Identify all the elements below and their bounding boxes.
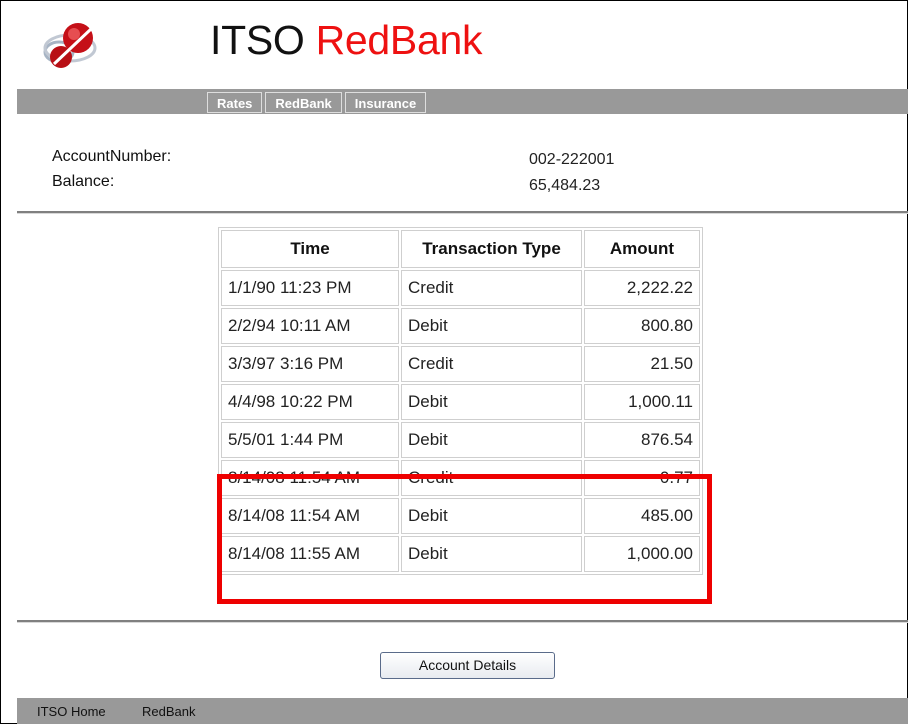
column-header-amount: Amount [584, 230, 700, 268]
table-row: 5/5/01 1:44 PM Debit 876.54 [221, 422, 700, 458]
cell-time: 3/3/97 3:16 PM [221, 346, 399, 382]
account-number-label: AccountNumber: [52, 148, 172, 165]
cell-time: 8/14/08 11:55 AM [221, 536, 399, 572]
table-row: 2/2/94 10:11 AM Debit 800.80 [221, 308, 700, 344]
table-row: 4/4/98 10:22 PM Debit 1,000.11 [221, 384, 700, 420]
cell-type: Credit [401, 270, 582, 306]
table-row: 8/14/08 11:55 AM Debit 1,000.00 [221, 536, 700, 572]
cell-amount: 876.54 [584, 422, 700, 458]
cell-amount: 485.00 [584, 498, 700, 534]
cell-time: 5/5/01 1:44 PM [221, 422, 399, 458]
table-header-row: Time Transaction Type Amount [221, 230, 700, 268]
brand-suffix: RedBank [315, 17, 483, 63]
balance-value: 65,484.23 [529, 177, 601, 194]
footer-link-redbank[interactable]: RedBank [142, 704, 195, 719]
tab-redbank[interactable]: RedBank [265, 92, 342, 113]
cell-time: 4/4/98 10:22 PM [221, 384, 399, 420]
cell-amount: 1,000.00 [584, 536, 700, 572]
table-row: 8/14/08 11:54 AM Debit 485.00 [221, 498, 700, 534]
top-nav-tabs: Rates RedBank Insurance [207, 92, 427, 113]
table-row: 1/1/90 11:23 PM Credit 2,222.22 [221, 270, 700, 306]
table-row: 3/3/97 3:16 PM Credit 21.50 [221, 346, 700, 382]
cell-time: 8/14/08 11:54 AM [221, 498, 399, 534]
column-header-time: Time [221, 230, 399, 268]
transactions-table: Time Transaction Type Amount 1/1/90 11:2… [218, 227, 703, 575]
table-row: 8/14/08 11:54 AM Credit 0.77 [221, 460, 700, 496]
account-details-button[interactable]: Account Details [380, 652, 555, 679]
tab-rates[interactable]: Rates [207, 92, 263, 113]
cell-amount: 21.50 [584, 346, 700, 382]
column-header-type: Transaction Type [401, 230, 582, 268]
top-nav-bar [17, 89, 908, 114]
cell-type: Debit [401, 308, 582, 344]
cell-time: 2/2/94 10:11 AM [221, 308, 399, 344]
cell-amount: 1,000.11 [584, 384, 700, 420]
tab-insurance[interactable]: Insurance [344, 92, 427, 113]
cell-type: Debit [401, 384, 582, 420]
cell-amount: 800.80 [584, 308, 700, 344]
cell-type: Debit [401, 498, 582, 534]
cell-type: Credit [401, 346, 582, 382]
brand-prefix: ITSO [210, 17, 305, 63]
cell-time: 1/1/90 11:23 PM [221, 270, 399, 306]
cell-type: Debit [401, 536, 582, 572]
divider [17, 211, 908, 214]
brand-title: ITSO RedBank [210, 16, 482, 64]
account-number-value: 002-222001 [529, 151, 615, 168]
cell-amount: 2,222.22 [584, 270, 700, 306]
cell-amount: 0.77 [584, 460, 700, 496]
cell-type: Debit [401, 422, 582, 458]
cell-time: 8/14/08 11:54 AM [221, 460, 399, 496]
balance-label: Balance: [52, 173, 115, 190]
footer-link-itso-home[interactable]: ITSO Home [37, 704, 106, 719]
cell-type: Credit [401, 460, 582, 496]
redbank-logo [43, 23, 97, 68]
divider [17, 620, 908, 623]
